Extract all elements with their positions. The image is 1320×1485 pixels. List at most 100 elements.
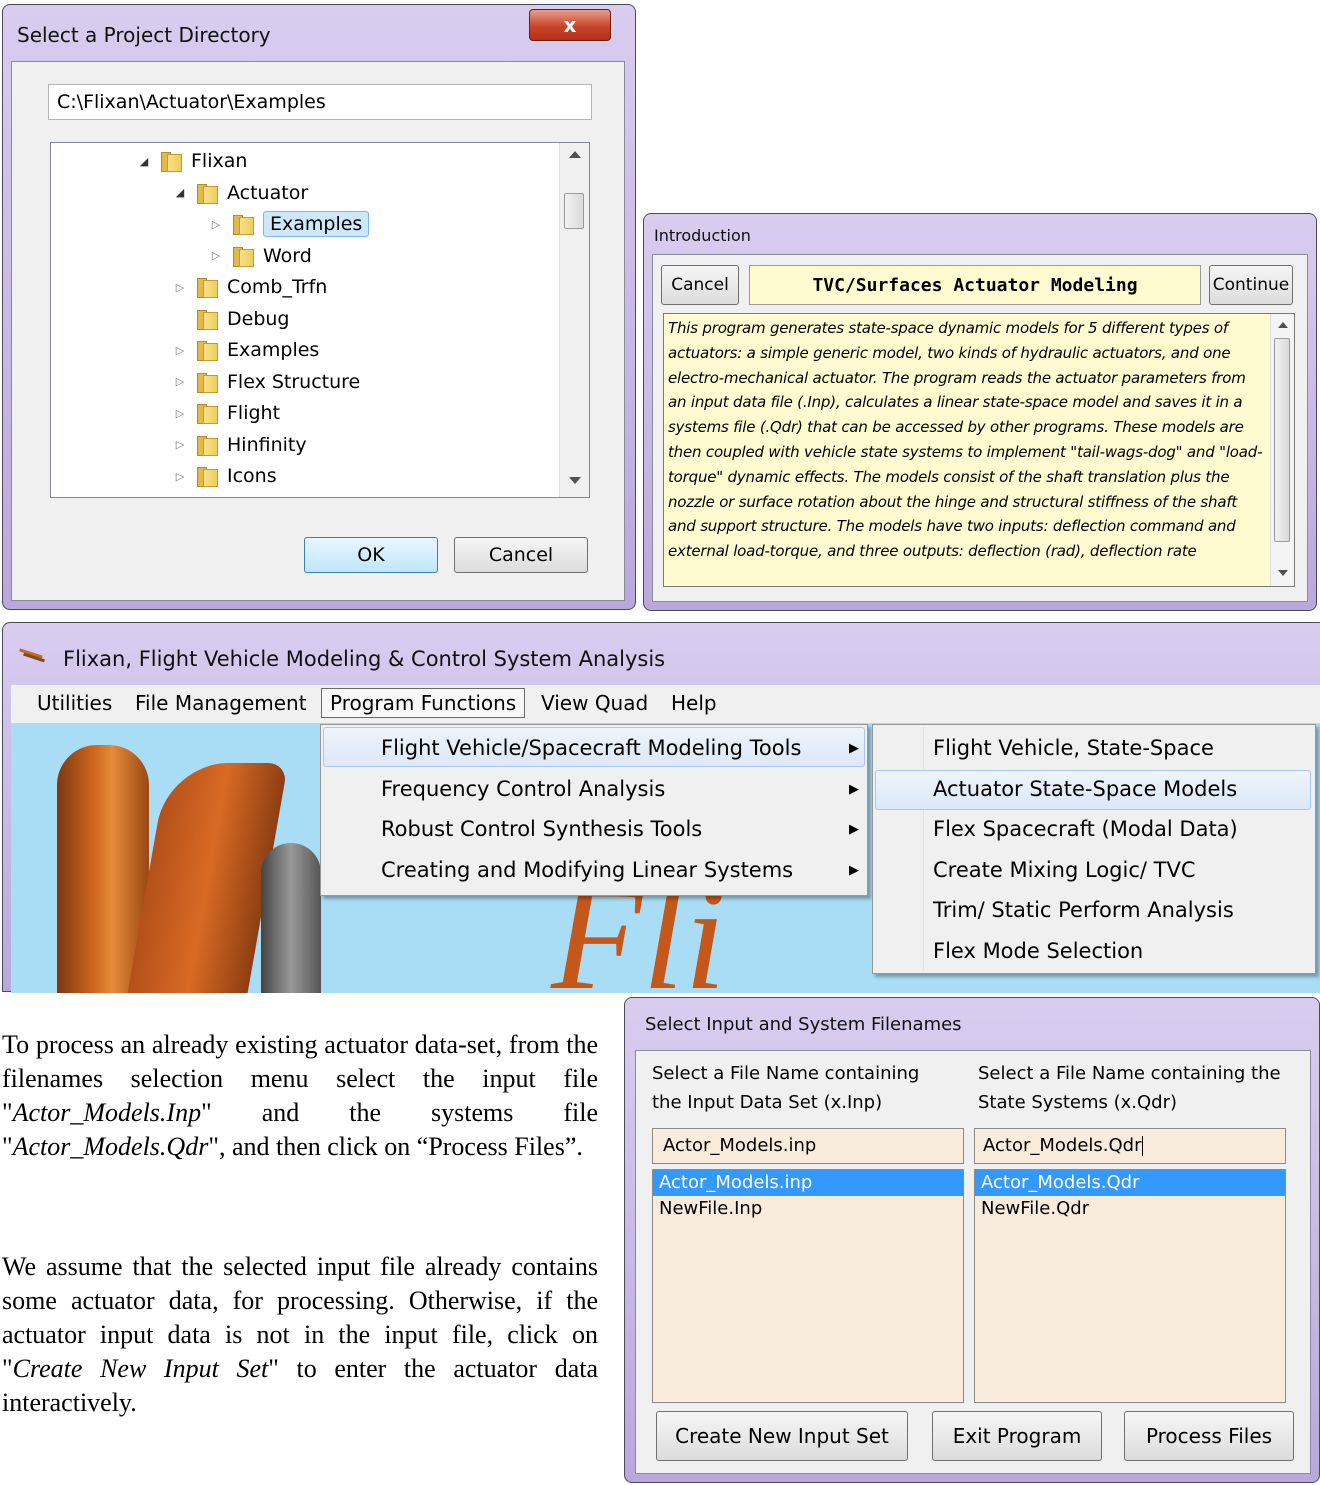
tree-item[interactable]: ◢ Flixan bbox=[137, 146, 247, 176]
menu-item-linear-systems[interactable]: Creating and Modifying Linear Systems bbox=[381, 850, 793, 890]
expand-icon[interactable]: ▷ bbox=[173, 470, 187, 483]
folder-icon bbox=[195, 182, 219, 204]
tree-item-label: Actuator bbox=[227, 181, 309, 204]
expand-icon[interactable]: ▷ bbox=[209, 249, 223, 262]
cancel-button[interactable]: Cancel bbox=[454, 537, 588, 573]
menu-item-label: Frequency Control Analysis bbox=[381, 777, 666, 801]
expand-icon[interactable]: ▷ bbox=[209, 218, 223, 231]
systems-file-list[interactable]: Actor_Models.Qdr NewFile.Qdr bbox=[974, 1169, 1286, 1403]
menu-item-modeling-tools[interactable]: Flight Vehicle/Spacecraft Modeling Tools bbox=[381, 728, 801, 768]
menu-item-label: Robust Control Synthesis Tools bbox=[381, 817, 703, 841]
exit-program-button[interactable]: Exit Program bbox=[932, 1411, 1102, 1461]
input-file-list[interactable]: Actor_Models.inp NewFile.Inp bbox=[652, 1169, 964, 1403]
scroll-thumb[interactable] bbox=[1274, 338, 1290, 542]
expand-icon[interactable]: ▷ bbox=[173, 438, 187, 451]
menu-utilities[interactable]: Utilities bbox=[37, 691, 112, 715]
tree-item-label: Examples bbox=[263, 211, 370, 237]
input-file-rows: Actor_Models.inp NewFile.Inp bbox=[653, 1170, 963, 1222]
folder-tree[interactable]: ◢ Flixan ◢ Actuator ▷ Examples ▷ Word ▷ Comb_Trfn… bbox=[50, 142, 590, 498]
text-scrollbar[interactable] bbox=[1270, 314, 1294, 586]
menu-file-management[interactable]: File Management bbox=[135, 691, 307, 715]
submenu-item[interactable]: Flight Vehicle, State-Space bbox=[933, 728, 1214, 768]
paragraph-text: ", and then click on “Process Files”. bbox=[208, 1132, 583, 1161]
ok-button[interactable]: OK bbox=[304, 537, 438, 573]
systems-file-item[interactable]: NewFile.Qdr bbox=[975, 1196, 1285, 1222]
submenu-item[interactable]: Actuator State-Space Models bbox=[933, 769, 1237, 809]
continue-button[interactable]: Continue bbox=[1209, 265, 1293, 305]
collapse-icon[interactable]: ◢ bbox=[137, 155, 151, 168]
folder-icon bbox=[195, 339, 219, 361]
tree-item[interactable]: ▷ Flex Structure bbox=[173, 367, 360, 397]
scroll-up-icon[interactable] bbox=[569, 151, 581, 158]
submenu-item-label: Actuator State-Space Models bbox=[933, 776, 1238, 801]
submenu-arrow-icon: ▶ bbox=[849, 741, 859, 756]
input-file-name: Actor_Models.Inp bbox=[12, 1098, 202, 1127]
tree-item[interactable]: ▷ Icons bbox=[173, 461, 277, 491]
tree-item[interactable]: Debug bbox=[173, 304, 289, 334]
tree-item-label: Flex Structure bbox=[227, 370, 361, 393]
dialog-client: Cancel TVC/Surfaces Actuator Modeling Co… bbox=[652, 254, 1308, 602]
path-field[interactable]: C:\Flixan\Actuator\Examples bbox=[48, 84, 592, 120]
filenames-dialog: Select Input and System Filenames Select… bbox=[624, 997, 1320, 1483]
systems-column-header: Select a File Name containing the State … bbox=[978, 1063, 1281, 1113]
folder-icon bbox=[231, 245, 255, 267]
menu-item-frequency-analysis[interactable]: Frequency Control Analysis bbox=[381, 769, 665, 809]
tree-item[interactable]: ▷ Comb_Trfn bbox=[173, 272, 327, 302]
submenu-item-label: Trim/ Static Perform Analysis bbox=[933, 898, 1234, 922]
submenu-arrow-icon: ▶ bbox=[849, 863, 859, 878]
tree-item-label: Flixan bbox=[191, 150, 248, 172]
collapse-icon[interactable]: ◢ bbox=[173, 186, 187, 199]
expand-icon[interactable]: ▷ bbox=[173, 344, 187, 357]
systems-file-value: Actor_Models.Qdr bbox=[983, 1135, 1142, 1156]
expand-icon[interactable]: ▷ bbox=[173, 407, 187, 420]
intro-text-area[interactable]: This program generates state-space dynam… bbox=[663, 313, 1295, 587]
submenu-item[interactable]: Flex Spacecraft (Modal Data) bbox=[933, 809, 1238, 849]
dialog-client: Select a File Name containing the Input … bbox=[635, 1050, 1311, 1474]
instruction-paragraph-2: We assume that the selected input file a… bbox=[2, 1250, 598, 1420]
input-file-item[interactable]: Actor_Models.inp bbox=[653, 1170, 963, 1196]
tree-item[interactable]: ▷ Examples bbox=[209, 209, 370, 239]
input-column-header: Select a File Name containing the Input … bbox=[652, 1063, 920, 1113]
menu-help[interactable]: Help bbox=[671, 691, 717, 715]
scroll-down-icon[interactable] bbox=[569, 477, 581, 484]
scroll-thumb[interactable] bbox=[564, 193, 584, 229]
menu-item-robust-control[interactable]: Robust Control Synthesis Tools bbox=[381, 809, 702, 849]
process-files-button[interactable]: Process Files bbox=[1124, 1411, 1294, 1461]
create-new-input-set-button[interactable]: Create New Input Set bbox=[656, 1411, 908, 1461]
input-file-item[interactable]: NewFile.Inp bbox=[653, 1196, 963, 1222]
tree-item[interactable]: ▷ Word bbox=[209, 241, 312, 271]
submenu-item-label: Flight Vehicle, State-Space bbox=[933, 736, 1214, 760]
scroll-up-icon[interactable] bbox=[1278, 322, 1288, 328]
submenu-item-label: Flex Spacecraft (Modal Data) bbox=[933, 817, 1238, 841]
text-caret bbox=[1141, 1136, 1143, 1156]
input-file-field[interactable]: Actor_Models.inp bbox=[652, 1128, 964, 1164]
dialog-title: Select Input and System Filenames bbox=[645, 1014, 962, 1035]
systems-file-field[interactable]: Actor_Models.Qdr bbox=[974, 1128, 1286, 1164]
cancel-button[interactable]: Cancel bbox=[661, 265, 739, 305]
tree-item[interactable]: ▷ Hinfinity bbox=[173, 430, 307, 460]
scroll-down-icon[interactable] bbox=[1278, 570, 1288, 576]
modeling-tools-submenu: Flight Vehicle, State-Space Actuator Stat… bbox=[872, 724, 1316, 974]
tree-item[interactable]: ▷ Flight bbox=[173, 398, 280, 428]
expand-icon[interactable]: ▷ bbox=[173, 281, 187, 294]
systems-file-item[interactable]: Actor_Models.Qdr bbox=[975, 1170, 1285, 1196]
expand-icon[interactable]: ▷ bbox=[173, 375, 187, 388]
tree-item[interactable]: ▷ Examples bbox=[173, 335, 319, 365]
folder-icon bbox=[195, 308, 219, 330]
intro-text: This program generates state-space dynam… bbox=[668, 319, 1263, 561]
folder-icon bbox=[159, 150, 183, 172]
submenu-item-label: Create Mixing Logic/ TVC bbox=[933, 857, 1196, 882]
app-logo-icon bbox=[19, 648, 49, 663]
introduction-dialog: Introduction Cancel TVC/Surfaces Actuato… bbox=[643, 213, 1317, 611]
menu-view-quad[interactable]: View Quad bbox=[541, 691, 648, 715]
submenu-arrow-icon: ▶ bbox=[849, 822, 859, 837]
submenu-item[interactable]: Create Mixing Logic/ TVC bbox=[933, 850, 1195, 890]
tree-item[interactable]: ◢ Actuator bbox=[173, 178, 308, 208]
submenu-item[interactable]: Trim/ Static Perform Analysis bbox=[933, 890, 1234, 930]
menu-program-functions[interactable]: Program Functions bbox=[321, 688, 526, 718]
folder-icon bbox=[195, 371, 219, 393]
tree-item-label: Word bbox=[263, 244, 312, 267]
close-button[interactable]: x bbox=[529, 9, 611, 41]
vertical-scrollbar[interactable] bbox=[559, 143, 589, 497]
submenu-item[interactable]: Flex Mode Selection bbox=[933, 931, 1143, 971]
